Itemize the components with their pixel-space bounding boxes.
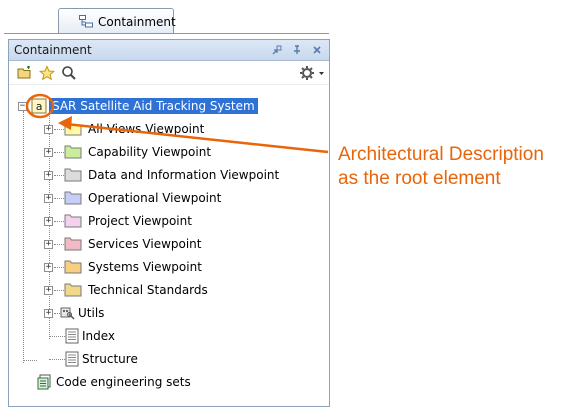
annotation-text: Architectural Description as the root el…: [338, 143, 583, 191]
annotation-line2: as the root element: [338, 168, 501, 189]
annotation-arrow: [58, 116, 329, 154]
annotation-line1: Architectural Description: [338, 144, 544, 165]
